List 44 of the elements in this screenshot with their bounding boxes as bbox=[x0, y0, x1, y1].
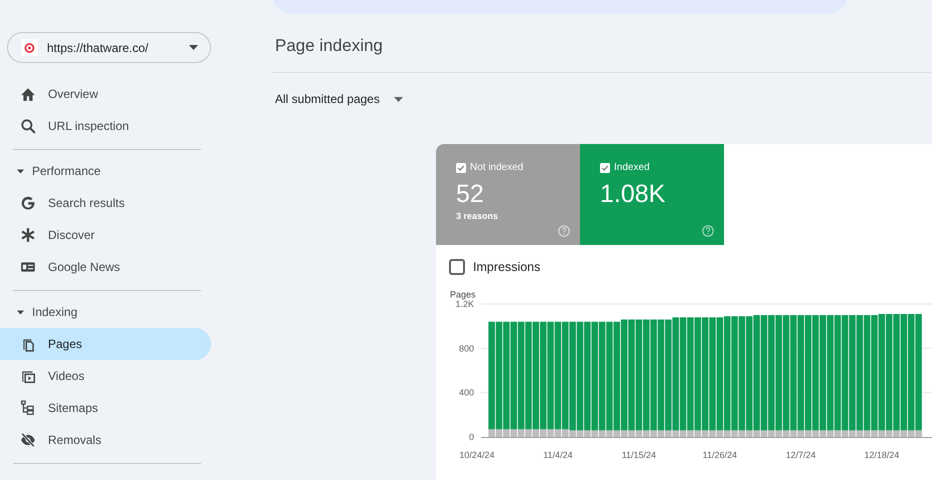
sitemap-icon bbox=[20, 400, 36, 416]
home-icon bbox=[20, 86, 36, 102]
x-tick-label: 11/4/24 bbox=[543, 450, 573, 460]
x-tick-label: 11/26/24 bbox=[702, 450, 738, 460]
impressions-label: Impressions bbox=[473, 260, 540, 274]
y-tick-label: 1.2K bbox=[455, 299, 474, 309]
x-tick-label: 12/18/24 bbox=[864, 450, 900, 460]
x-tick-label: 10/24/24 bbox=[459, 450, 494, 460]
x-tick-label: 11/15/24 bbox=[622, 450, 656, 460]
nav-item[interactable]: Sitemaps bbox=[0, 392, 211, 424]
nav-item[interactable]: Discover bbox=[0, 219, 211, 251]
nav-item[interactable]: Pages bbox=[0, 328, 211, 360]
tile-value: 1.08K bbox=[600, 179, 666, 209]
nav-item[interactable]: Videos bbox=[0, 360, 211, 392]
caret-icon bbox=[17, 168, 24, 174]
section-header[interactable]: Indexing bbox=[0, 296, 220, 328]
eye-slash-icon bbox=[20, 432, 36, 448]
filter-dropdown[interactable]: All submitted pages bbox=[275, 89, 403, 109]
property-selector[interactable]: https://thatware.co/ bbox=[7, 32, 211, 63]
page-title: Page indexing bbox=[275, 35, 384, 57]
tile-label: Indexed bbox=[614, 162, 650, 173]
asterisk-icon bbox=[20, 227, 36, 243]
checkbox[interactable] bbox=[449, 259, 465, 275]
nav-item[interactable]: Overview bbox=[0, 78, 211, 110]
caret-icon bbox=[394, 96, 403, 102]
section-header[interactable]: Performance bbox=[0, 155, 220, 187]
tile-value: 52 bbox=[456, 179, 485, 209]
axis-title: Pages bbox=[450, 289, 476, 300]
nav-item[interactable]: URL inspection bbox=[0, 110, 211, 142]
caret-icon bbox=[189, 45, 198, 50]
y-tick-label: 0 bbox=[468, 432, 474, 442]
x-tick-label: 12/7/24 bbox=[786, 450, 816, 460]
search-icon bbox=[20, 118, 36, 134]
caret-icon bbox=[17, 308, 24, 316]
nav-item[interactable]: Removals bbox=[0, 424, 211, 456]
site-favicon-icon bbox=[21, 39, 38, 56]
tile-label: Not indexed bbox=[470, 162, 524, 173]
nav-item[interactable]: Search results bbox=[0, 187, 211, 219]
impressions-toggle[interactable]: Impressions bbox=[449, 256, 932, 278]
y-tick-label: 800 bbox=[458, 343, 474, 354]
g-letter-icon bbox=[20, 195, 36, 211]
nav-item[interactable]: Google News bbox=[0, 251, 211, 283]
y-tick-label: 400 bbox=[458, 388, 474, 398]
tile-detail: 3 reasons bbox=[456, 211, 500, 221]
